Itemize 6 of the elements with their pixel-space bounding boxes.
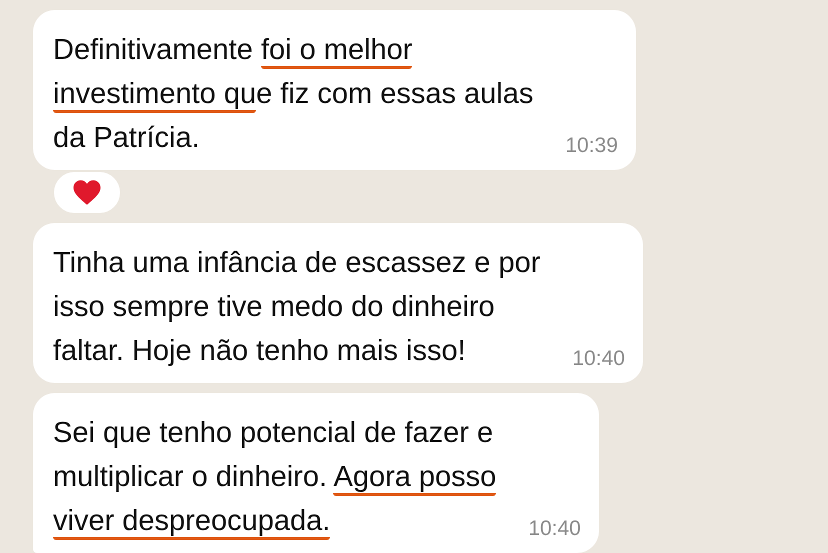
message-time: 10:40 (528, 517, 581, 541)
message-text: Sei que tenho potencial de fazer e multiplicar o dinheiro. Agora posso viver despreocupada. (53, 411, 496, 543)
message-text: Definitivamente foi o melhor investimento que fiz com essas aulas da Patrícia. (53, 33, 534, 156)
message-time: 10:39 (565, 134, 618, 158)
message-time: 10:40 (572, 347, 625, 371)
message-text: Tinha uma infância de escassez e por isso sempre tive medo do dinheiro faltar. Hoje não tenho mais isso! (53, 246, 540, 369)
